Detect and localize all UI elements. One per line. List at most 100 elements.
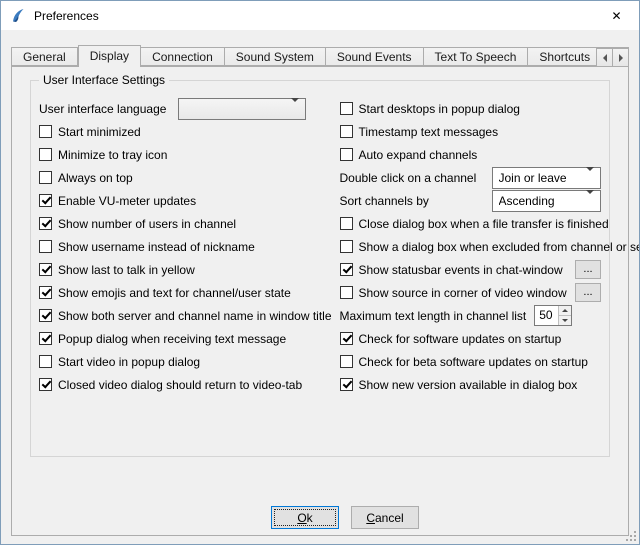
language-row: User interface language (39, 97, 332, 120)
arrow-up-icon (562, 309, 568, 312)
checkbox-beta-updates[interactable]: Check for beta software updates on start… (340, 350, 602, 373)
sort-channels-label: Sort channels by (340, 194, 492, 208)
checkbox-vu-meter-updates[interactable]: Enable VU-meter updates (39, 189, 332, 212)
tab-label: Sound Events (337, 50, 412, 64)
spinner-buttons (558, 306, 571, 325)
checkbox-timestamp-messages[interactable]: Timestamp text messages (340, 120, 602, 143)
left-column: User interface language Start minimized … (39, 97, 332, 396)
tab-scroll-left-button[interactable] (596, 48, 613, 67)
arrow-right-icon (619, 54, 623, 62)
checkbox-box (39, 332, 52, 345)
checkbox-show-user-count[interactable]: Show number of users in channel (39, 212, 332, 235)
checkbox-label: Popup dialog when receiving text message (58, 332, 286, 346)
checkbox-box (39, 194, 52, 207)
checkbox-label: Show statusbar events in chat-window (359, 263, 563, 277)
tab-sound-system[interactable]: Sound System (225, 47, 326, 66)
checkbox-label: Check for beta software updates on start… (359, 355, 588, 369)
spin-down-button[interactable] (559, 316, 571, 325)
tab-text-to-speech[interactable]: Text To Speech (424, 47, 529, 66)
sort-channels-combobox[interactable]: Ascending (492, 190, 602, 212)
app-icon (10, 8, 26, 24)
video-source-row: Show source in corner of video window ..… (340, 281, 602, 304)
tab-scroll-right-button[interactable] (612, 48, 629, 67)
checkbox-emojis-text-state[interactable]: Show emojis and text for channel/user st… (39, 281, 332, 304)
cancel-button[interactable]: Cancel (351, 506, 419, 529)
checkbox-label: Closed video dialog should return to vid… (58, 378, 302, 392)
checkbox-label: Auto expand channels (359, 148, 478, 162)
tab-label: Text To Speech (435, 50, 517, 64)
max-text-length-label: Maximum text length in channel list (340, 309, 527, 323)
checkbox-box (340, 378, 353, 391)
checkbox-box (340, 125, 353, 138)
checkbox-software-updates[interactable]: Check for software updates on startup (340, 327, 602, 350)
checkbox-label: Show new version available in dialog box (359, 378, 578, 392)
combobox-value: Join or leave (499, 171, 567, 185)
checkbox-label: Check for software updates on startup (359, 332, 562, 346)
arrow-left-icon (603, 54, 607, 62)
double-click-combobox[interactable]: Join or leave (492, 167, 602, 189)
checkbox-box (340, 217, 353, 230)
checkbox-video-return-tab[interactable]: Closed video dialog should return to vid… (39, 373, 332, 396)
statusbar-events-row: Show statusbar events in chat-window ... (340, 258, 602, 281)
checkbox-popup-text-message[interactable]: Popup dialog when receiving text message (39, 327, 332, 350)
checkbox-new-version-dialog[interactable]: Show new version available in dialog box (340, 373, 602, 396)
language-label: User interface language (39, 102, 178, 116)
spin-up-button[interactable] (559, 306, 571, 316)
checkbox-desktops-popup[interactable]: Start desktops in popup dialog (340, 97, 602, 120)
close-button[interactable]: ✕ (594, 1, 639, 30)
combobox-value: Ascending (499, 194, 555, 208)
statusbar-events-config-button[interactable]: ... (575, 260, 601, 279)
checkbox-box (39, 309, 52, 322)
checkbox-excluded-dialog[interactable]: Show a dialog box when excluded from cha… (340, 235, 602, 258)
tab-display[interactable]: Display (78, 45, 141, 67)
close-icon: ✕ (611, 10, 621, 22)
checkbox-box (340, 332, 353, 345)
arrow-down-icon (562, 319, 568, 322)
double-click-label: Double click on a channel (340, 171, 492, 185)
checkbox-last-talk-yellow[interactable]: Show last to talk in yellow (39, 258, 332, 281)
checkbox-label: Show a dialog box when excluded from cha… (359, 240, 640, 254)
checkbox-label: Show both server and channel name in win… (58, 309, 332, 323)
tab-connection[interactable]: Connection (141, 47, 225, 66)
checkbox-box (39, 125, 52, 138)
checkbox-label: Show source in corner of video window (359, 286, 567, 300)
language-combobox[interactable] (178, 98, 306, 120)
checkbox-box (340, 240, 353, 253)
checkbox-always-on-top[interactable]: Always on top (39, 166, 332, 189)
checkbox-box (39, 355, 52, 368)
checkbox-start-video-popup[interactable]: Start video in popup dialog (39, 350, 332, 373)
max-text-length-spinner[interactable]: 50 (534, 305, 572, 326)
resize-grip[interactable] (624, 529, 637, 542)
right-column: Start desktops in popup dialog Timestamp… (340, 97, 602, 396)
checkbox-statusbar-events[interactable]: Show statusbar events in chat-window (340, 263, 563, 277)
checkbox-minimize-to-tray[interactable]: Minimize to tray icon (39, 143, 332, 166)
checkbox-label: Close dialog box when a file transfer is… (359, 217, 609, 231)
tab-scroll-buttons (597, 48, 629, 67)
tab-page-display: User Interface Settings User interface l… (11, 66, 629, 536)
checkbox-label: Show username instead of nickname (58, 240, 255, 254)
checkbox-box (39, 263, 52, 276)
tab-sound-events[interactable]: Sound Events (326, 47, 424, 66)
tab-shortcuts[interactable]: Shortcuts (528, 47, 602, 66)
checkbox-box (340, 355, 353, 368)
tab-general[interactable]: General (11, 47, 78, 66)
sort-channels-row: Sort channels by Ascending (340, 189, 602, 212)
chevron-down-icon (586, 171, 594, 185)
video-source-config-button[interactable]: ... (575, 283, 601, 302)
double-click-row: Double click on a channel Join or leave (340, 166, 602, 189)
checkbox-close-filetransfer-dialog[interactable]: Close dialog box when a file transfer is… (340, 212, 602, 235)
checkbox-box (39, 240, 52, 253)
checkbox-video-source-corner[interactable]: Show source in corner of video window (340, 286, 567, 300)
chevron-down-icon (586, 194, 594, 208)
checkbox-show-username[interactable]: Show username instead of nickname (39, 235, 332, 258)
ok-button[interactable]: Ok (271, 506, 339, 529)
checkbox-start-minimized[interactable]: Start minimized (39, 120, 332, 143)
checkbox-label: Show emojis and text for channel/user st… (58, 286, 291, 300)
tab-label: Sound System (236, 50, 314, 64)
checkbox-auto-expand-channels[interactable]: Auto expand channels (340, 143, 602, 166)
dialog-buttons: Ok Cancel (37, 506, 640, 529)
checkbox-label: Show number of users in channel (58, 217, 236, 231)
spinner-value: 50 (535, 306, 558, 325)
checkbox-label: Minimize to tray icon (58, 148, 167, 162)
checkbox-server-channel-in-title[interactable]: Show both server and channel name in win… (39, 304, 332, 327)
